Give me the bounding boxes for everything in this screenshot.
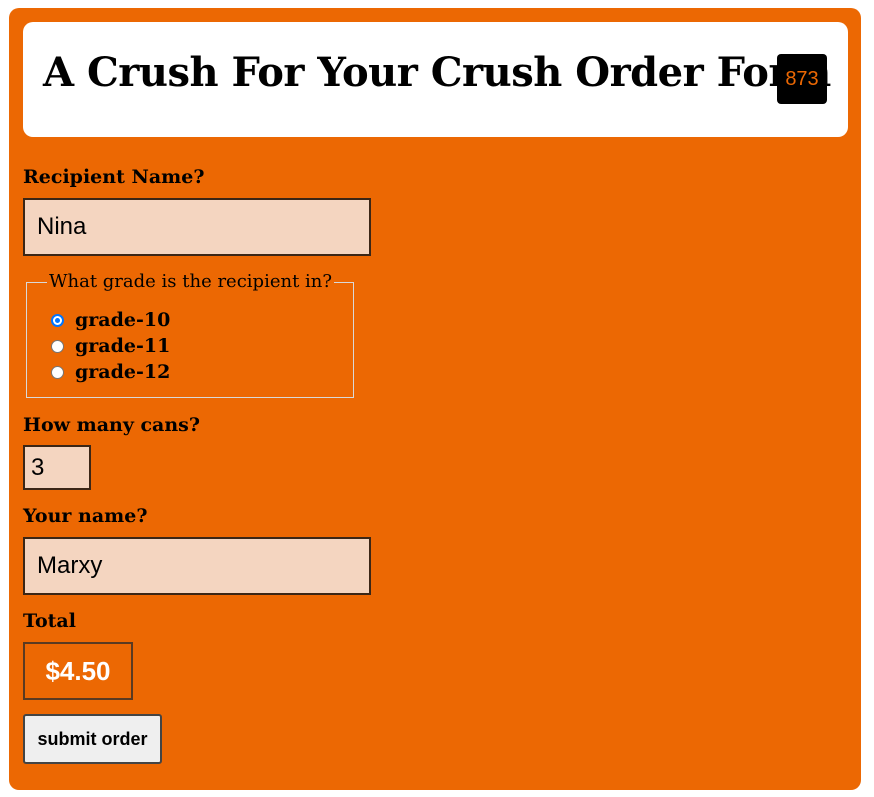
- grade-10-label: grade-10: [75, 309, 171, 331]
- page-title: A Crush For Your Crush Order Form: [43, 49, 831, 96]
- grade-10-radio[interactable]: [51, 313, 64, 327]
- grade-12-radio[interactable]: [51, 365, 64, 379]
- counter-badge: 873: [777, 54, 827, 104]
- cans-label: How many cans?: [23, 414, 201, 436]
- your-name-label: Your name?: [23, 505, 148, 527]
- grade-option-10[interactable]: grade-10: [51, 309, 170, 331]
- order-form-panel: A Crush For Your Crush Order Form 873 Re…: [9, 8, 861, 790]
- cans-quantity-input[interactable]: [23, 445, 91, 490]
- grade-fieldset: What grade is the recipient in? grade-10…: [26, 271, 354, 398]
- submit-order-button[interactable]: submit order: [23, 714, 162, 764]
- grade-11-label: grade-11: [75, 335, 171, 357]
- recipient-name-input[interactable]: [23, 198, 371, 256]
- your-name-input[interactable]: [23, 537, 371, 595]
- total-amount: $4.50: [23, 642, 133, 700]
- total-label: Total: [23, 610, 76, 632]
- grade-legend: What grade is the recipient in?: [47, 271, 335, 292]
- grade-option-11[interactable]: grade-11: [51, 335, 170, 357]
- grade-11-radio[interactable]: [51, 339, 64, 353]
- recipient-name-label: Recipient Name?: [23, 166, 205, 188]
- grade-option-12[interactable]: grade-12: [51, 361, 170, 383]
- grade-12-label: grade-12: [75, 361, 171, 383]
- header-card: A Crush For Your Crush Order Form 873: [23, 22, 848, 137]
